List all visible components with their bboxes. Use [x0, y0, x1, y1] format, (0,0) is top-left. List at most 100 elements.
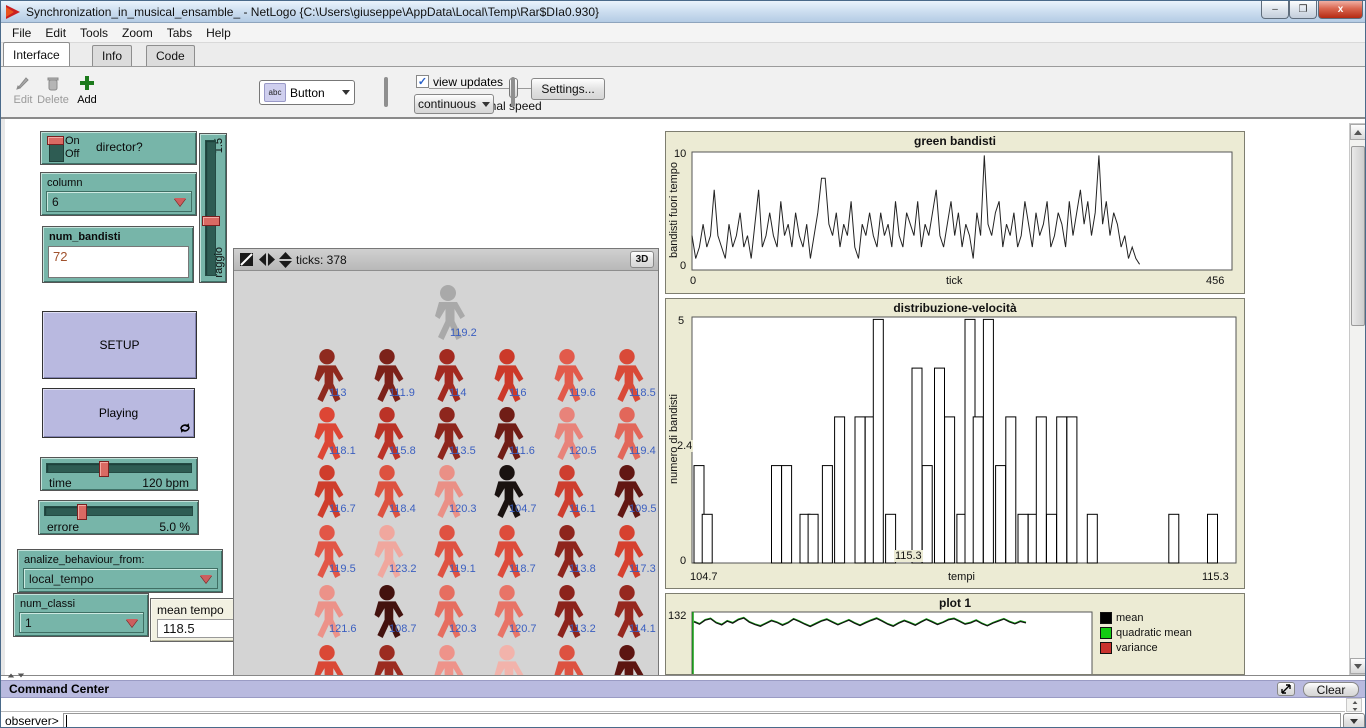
update-mode-dropdown[interactable]: continuous [414, 94, 494, 114]
scroll-up-button[interactable] [1350, 124, 1366, 140]
bandista-person[interactable] [484, 585, 530, 644]
resize-corner-icon[interactable] [240, 253, 254, 267]
splitter-handle[interactable] [7, 673, 25, 678]
scrollbar-thumb[interactable] [1351, 146, 1365, 326]
bandista-person[interactable] [484, 465, 530, 524]
bandista-person[interactable] [604, 465, 650, 524]
tab-bar: Interface Info Code [1, 43, 1366, 67]
switch-knob[interactable] [47, 136, 64, 145]
bandista-person[interactable] [544, 349, 590, 408]
settings-button[interactable]: Settings... [531, 78, 605, 100]
popout-button[interactable] [1277, 682, 1295, 696]
x-tick-max: 456 [1206, 275, 1224, 287]
bandista-person[interactable] [424, 585, 470, 644]
menu-item-edit[interactable]: Edit [38, 24, 73, 42]
num-bandisti-input[interactable]: num_bandisti 72 [42, 226, 194, 283]
time-slider[interactable]: time 120 bpm [40, 457, 198, 491]
interface-toolbar: Edit Delete Add abc Button normal speed … [1, 67, 1366, 119]
bandista-person[interactable] [364, 585, 410, 644]
bandista-person[interactable] [544, 465, 590, 524]
bandista-person[interactable] [484, 407, 530, 466]
num-bandisti-field[interactable]: 72 [48, 246, 189, 278]
bandista-person[interactable] [364, 525, 410, 584]
scroll-down-button[interactable] [1350, 658, 1366, 674]
menu-item-tabs[interactable]: Tabs [160, 24, 199, 42]
bandista-person[interactable] [604, 349, 650, 408]
menu-item-file[interactable]: File [5, 24, 38, 42]
bandista-person[interactable] [484, 525, 530, 584]
playing-button[interactable]: Playing [42, 388, 195, 438]
bandista-person[interactable] [604, 585, 650, 644]
bandista-tempo-label: 118.5 [629, 387, 656, 399]
num-classi-chooser[interactable]: num_classi 1 [13, 593, 149, 637]
column-chooser[interactable]: column 6 [40, 172, 197, 216]
add-widget-button[interactable]: Add [67, 75, 107, 106]
raggio-slider[interactable]: 1.5 raggio [199, 133, 227, 283]
title-bar[interactable]: Synchronization_in_musical_ensamble_ - N… [1, 1, 1366, 23]
command-output [1, 698, 1345, 712]
analyze-behaviour-select[interactable]: local_tempo [23, 568, 218, 589]
output-scrollbar[interactable] [1346, 698, 1362, 712]
restore-button[interactable]: ❐ [1289, 1, 1317, 19]
bandista-tempo-label: 113.5 [449, 445, 476, 457]
bandista-person[interactable] [364, 465, 410, 524]
menu-item-help[interactable]: Help [199, 24, 238, 42]
errore-slider-track[interactable] [44, 506, 193, 516]
menu-item-zoom[interactable]: Zoom [115, 24, 160, 42]
view-3d-button[interactable]: 3D [630, 251, 654, 268]
column-chooser-select[interactable]: 6 [46, 191, 192, 212]
bandista-person[interactable] [604, 407, 650, 466]
menu-item-tools[interactable]: Tools [73, 24, 115, 42]
errore-slider[interactable]: errore 5.0 % [38, 500, 199, 535]
widget-type-dropdown[interactable]: abc Button [259, 80, 355, 105]
world-canvas[interactable]: 119.2113111.9114116119.6118.5118.1115.81… [234, 271, 658, 728]
num-classi-select[interactable]: 1 [19, 612, 144, 633]
bandista-person[interactable] [304, 585, 350, 644]
bandista-person[interactable] [364, 349, 410, 408]
raggio-slider-handle[interactable] [202, 216, 220, 226]
chooser-arrow-icon [174, 198, 186, 206]
analyze-behaviour-chooser[interactable]: analize_behaviour_from: local_tempo [17, 549, 223, 593]
bandista-person[interactable] [424, 349, 470, 408]
bandista-person[interactable] [544, 525, 590, 584]
director-switch[interactable]: On Off director? [40, 131, 197, 165]
bandista-tempo-label: 113.8 [569, 563, 596, 575]
bandista-person[interactable] [424, 525, 470, 584]
bandista-person[interactable] [544, 585, 590, 644]
bandista-person[interactable] [364, 407, 410, 466]
errore-slider-handle[interactable] [77, 504, 87, 520]
bandista-person[interactable] [604, 525, 650, 584]
world-view[interactable]: ticks: 378 3D 119.2113111.9114116119.611… [233, 248, 659, 728]
bandista-person[interactable] [304, 525, 350, 584]
command-center-header[interactable]: Command Center Clear [1, 680, 1366, 698]
vertical-scrollbar[interactable] [1349, 123, 1366, 675]
tab-info[interactable]: Info [92, 45, 132, 66]
tab-code[interactable]: Code [146, 45, 195, 66]
bandista-person[interactable] [424, 465, 470, 524]
bandista-person[interactable] [544, 407, 590, 466]
history-dropdown-button[interactable] [1343, 713, 1365, 728]
chevron-down-icon [342, 90, 350, 95]
resize-horizontal-icon[interactable] [259, 253, 275, 267]
setup-button[interactable]: SETUP [42, 311, 197, 379]
clear-button[interactable]: Clear [1303, 682, 1359, 697]
bandista-person[interactable] [304, 407, 350, 466]
close-button[interactable]: x [1318, 1, 1363, 19]
bandista-person[interactable] [304, 465, 350, 524]
command-input[interactable] [63, 713, 1341, 728]
bandista-person[interactable] [484, 349, 530, 408]
legend-entry: quadratic mean [1100, 627, 1192, 639]
bandista-tempo-label: 116.7 [329, 503, 356, 515]
view-updates-checkbox[interactable]: ✓ [416, 75, 429, 88]
toolbar-separator [384, 77, 388, 107]
command-center: Command Center Clear observer> [1, 675, 1366, 728]
bandista-person[interactable] [424, 407, 470, 466]
resize-vertical-icon[interactable] [279, 252, 293, 268]
interface-canvas: On Off director? 1.5 raggio column 6 num… [1, 119, 1366, 675]
bandista-person[interactable] [304, 349, 350, 408]
minimize-button[interactable]: – [1261, 1, 1289, 19]
bandista-tempo-label: 118.1 [329, 445, 356, 457]
time-slider-handle[interactable] [99, 461, 109, 477]
time-slider-track[interactable] [46, 463, 192, 473]
tab-interface[interactable]: Interface [3, 42, 70, 66]
